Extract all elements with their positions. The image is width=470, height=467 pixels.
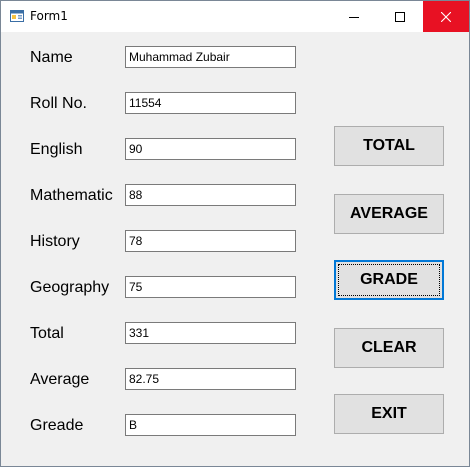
exit-button[interactable]: EXIT <box>334 394 444 434</box>
roll-no-field[interactable]: 11554 <box>125 92 296 114</box>
clear-button[interactable]: CLEAR <box>334 328 444 368</box>
focus-rectangle <box>338 264 440 296</box>
average-field[interactable]: 82.75 <box>125 368 296 390</box>
app-form-icon <box>10 10 24 22</box>
grade-label: Greade <box>30 417 84 434</box>
form-client-area: Name Roll No. English Mathematic History… <box>1 32 469 466</box>
name-field[interactable]: Muhammad Zubair <box>125 46 296 68</box>
english-field[interactable]: 90 <box>125 138 296 160</box>
window-title: Form1 <box>30 9 68 23</box>
title-bar[interactable]: Form1 <box>1 1 469 32</box>
geography-field[interactable]: 75 <box>125 276 296 298</box>
geography-label: Geography <box>30 279 110 296</box>
form1-window: Form1 Name Roll No. English Mathematic H… <box>0 0 470 467</box>
minimize-icon <box>349 16 359 18</box>
minimize-button[interactable] <box>331 1 377 32</box>
mathematic-field[interactable]: 88 <box>125 184 296 206</box>
history-label: History <box>30 233 80 250</box>
total-field[interactable]: 331 <box>125 322 296 344</box>
roll-no-label: Roll No. <box>30 95 87 112</box>
grade-button[interactable]: GRADE <box>334 260 444 300</box>
total-button[interactable]: TOTAL <box>334 126 444 166</box>
maximize-icon <box>395 11 405 22</box>
average-button[interactable]: AVERAGE <box>334 194 444 234</box>
total-label: Total <box>30 325 64 342</box>
maximize-button[interactable] <box>377 1 423 32</box>
mathematic-label: Mathematic <box>30 187 113 204</box>
average-label: Average <box>30 371 90 388</box>
name-label: Name <box>30 49 73 66</box>
close-icon <box>441 11 451 22</box>
close-button[interactable] <box>423 1 469 32</box>
history-field[interactable]: 78 <box>125 230 296 252</box>
english-label: English <box>30 141 83 158</box>
grade-field[interactable]: B <box>125 414 296 436</box>
